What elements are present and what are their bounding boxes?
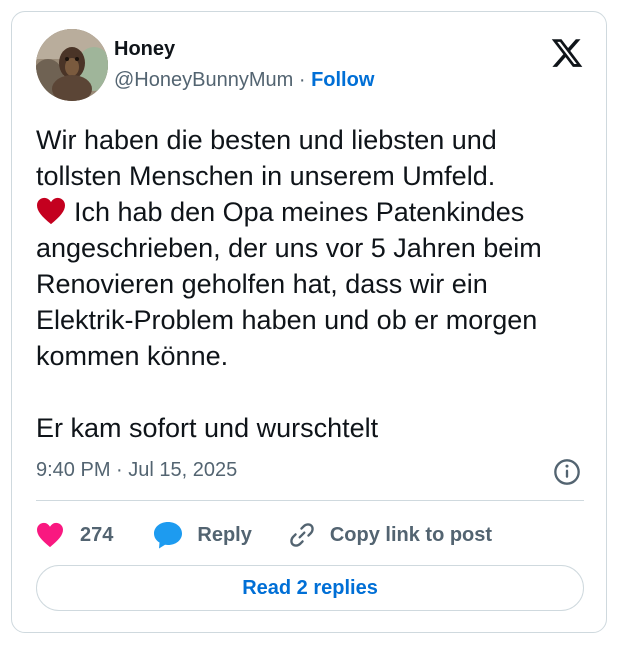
post-text-line-2: Ich hab den Opa meines Patenkindes anges… — [36, 197, 550, 371]
x-logo-icon[interactable] — [550, 36, 584, 70]
read-replies-label: Read 2 replies — [242, 576, 378, 599]
avatar-image — [36, 29, 108, 101]
info-icon[interactable] — [553, 458, 581, 486]
red-heart-emoji-icon — [37, 197, 65, 225]
author-handle-line: @HoneyBunnyMum · Follow — [114, 69, 374, 92]
embedded-post-card: Honey @HoneyBunnyMum · Follow Wir haben … — [11, 11, 607, 633]
link-icon — [290, 523, 314, 547]
heart-icon — [37, 522, 63, 548]
like-count: 274 — [80, 523, 114, 546]
copy-link-label: Copy link to post — [329, 523, 493, 546]
author-name[interactable]: Honey — [114, 38, 175, 61]
author-handle[interactable]: @HoneyBunnyMum — [114, 69, 293, 91]
reply-label: Reply — [197, 523, 252, 546]
like-button[interactable]: 274 — [36, 522, 113, 548]
read-replies-button[interactable]: Read 2 replies — [36, 565, 584, 611]
handle-separator: · — [293, 69, 312, 91]
post-text-line-1: Wir haben die besten und liebsten und to… — [36, 125, 505, 191]
post-actions: 274 Reply Copy link to post — [36, 517, 492, 553]
avatar[interactable] — [36, 29, 108, 101]
reply-button[interactable]: Reply — [153, 521, 252, 549]
post-text-line-3: Er kam sofort und wurschtelt — [36, 413, 379, 443]
follow-link[interactable]: Follow — [311, 69, 374, 91]
post-text: Wir haben die besten und liebsten und to… — [36, 122, 588, 446]
speech-bubble-icon — [154, 522, 183, 549]
copy-link-button[interactable]: Copy link to post — [288, 521, 492, 549]
post-timestamp[interactable]: 9:40 PM · Jul 15, 2025 — [36, 459, 237, 482]
divider — [36, 500, 584, 501]
